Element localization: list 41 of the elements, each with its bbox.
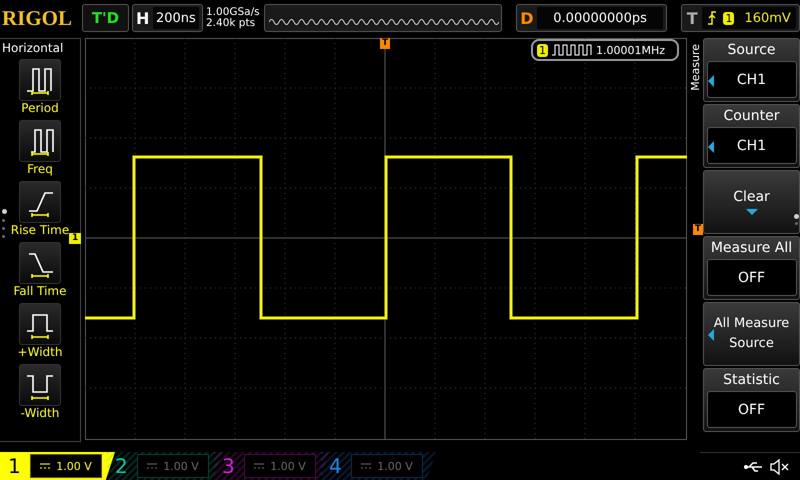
channel-number: 4 — [329, 454, 343, 478]
channel-scale: 1.00 V — [137, 454, 209, 478]
menu-toggle[interactable]: Measure All OFF — [703, 236, 800, 300]
counter-channel: 1 — [537, 44, 548, 56]
sample-rate: 1.00GSa/s — [206, 7, 261, 18]
dc-coupling-icon — [147, 463, 158, 469]
brand-logo: RIGOL — [2, 6, 74, 30]
dc-coupling-icon — [40, 463, 50, 469]
trigger-source: 1 — [723, 12, 734, 24]
delay-display[interactable]: D 0.00000000ps — [516, 4, 668, 32]
menu-button[interactable]: Clear — [703, 170, 800, 234]
rising-edge-icon — [707, 11, 718, 25]
dc-coupling-icon — [361, 463, 372, 469]
counter-value: 1.00001MHz — [596, 44, 666, 56]
usb-icon — [744, 462, 764, 472]
menu-select[interactable]: Counter CH1 — [703, 104, 800, 168]
dc-coupling-icon — [254, 463, 264, 469]
panel-title: Horizontal — [1, 40, 64, 57]
channel-tab[interactable]: 4 1.00 V — [321, 452, 436, 480]
menu-button[interactable]: All Measure Source — [703, 302, 800, 366]
channel-number: 2 — [115, 454, 129, 478]
trigger-position-marker: T — [380, 38, 390, 49]
speaker-muted-icon — [770, 458, 790, 474]
channel-number: 1 — [8, 454, 22, 478]
menu-title: Measure — [688, 44, 702, 91]
channel-tab[interactable]: 1 1.00 V — [0, 452, 115, 480]
memory-depth: 2.40k pts — [206, 18, 256, 29]
trigger-level-marker: T — [692, 224, 703, 235]
channel-scale: 1.00 V — [244, 454, 316, 478]
overview-wave-icon — [269, 17, 500, 27]
channel-number: 3 — [222, 454, 236, 478]
menu-toggle[interactable]: Statistic OFF — [703, 368, 800, 432]
channel-scale: 1.00 V — [30, 454, 102, 478]
timebase-display[interactable]: H 200ns — [132, 4, 203, 32]
menu-select[interactable]: Source CH1 — [703, 38, 800, 102]
channel-scale: 1.00 V — [351, 454, 423, 478]
run-status: T'D — [82, 4, 129, 32]
pulse-train-icon — [552, 44, 592, 56]
trigger-level: 160mV — [744, 10, 791, 26]
channel-marker: 1 — [69, 233, 82, 244]
trigger-display[interactable]: T 1 160mV — [681, 4, 800, 32]
